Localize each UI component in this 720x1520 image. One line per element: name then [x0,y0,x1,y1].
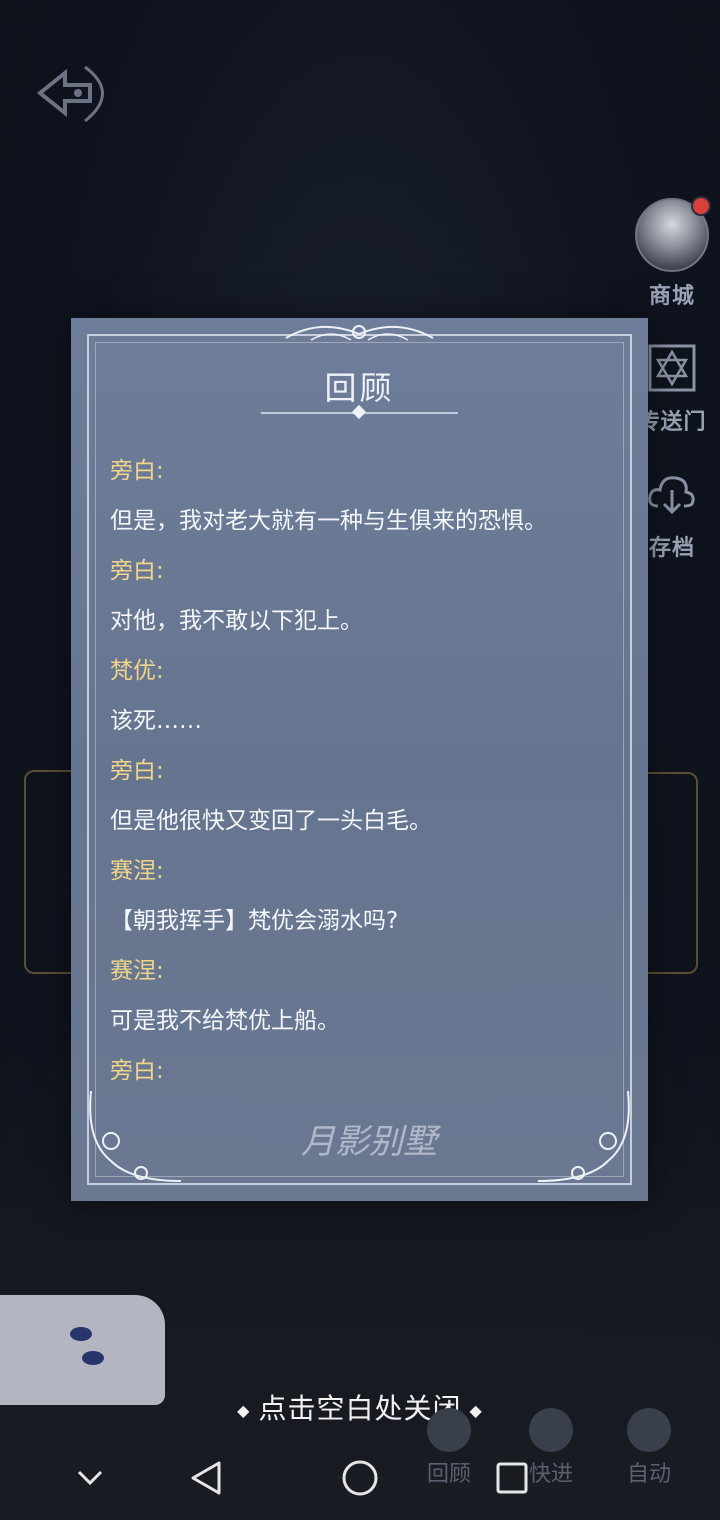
recents-icon [496,1462,528,1494]
dialog-title: 回顾 [324,369,395,407]
speaker-name: 梵优: [110,658,164,684]
diamond-icon: ◆ [237,1400,251,1420]
cuff-button [82,1351,104,1365]
log-entry: 旁白: 但是，我对老大就有一种与生俱来的恐惧。 [110,446,610,546]
log-entry: 赛涅: 【朝我挥手】梵优会溺水吗? [110,846,610,946]
speaker-name: 旁白: [110,458,164,484]
collapse-icon [77,1470,103,1486]
close-hint: ◆ 点击空白处关闭 ◆ [0,1387,720,1427]
notification-badge [691,196,711,216]
log-entry: 旁白: 但是他很快又变回了一头白毛。 [110,746,610,846]
dialogue-line: 对他，我不敢以下犯上。 [110,608,363,634]
back-arrow-icon [36,65,104,123]
game-logo-watermark: 月影别墅 [301,1122,437,1162]
ornament-corner-icon [89,1090,182,1182]
shop-button[interactable]: 商城 [630,196,714,310]
log-entry: 梵优: 该死…… [110,646,610,746]
system-navbar [0,1436,720,1520]
collapse-button[interactable] [62,1450,118,1506]
cloud-save-icon [648,476,695,515]
dialogue-line: 但是，我对老大就有一种与生俱来的恐惧。 [110,508,547,534]
nav-recents-button[interactable] [484,1450,540,1506]
dialogue-log[interactable]: 旁白: 但是，我对老大就有一种与生俱来的恐惧。 旁白: 对他，我不敢以下犯上。 … [110,446,610,1096]
dialogue-line: 可是我不给梵优上船。 [110,1008,340,1034]
back-button[interactable] [20,55,130,135]
home-icon [342,1460,378,1496]
ornament-top-icon [285,325,434,341]
back-icon [191,1461,221,1495]
dialogue-line: 该死…… [110,708,202,734]
hexagram-icon [648,344,696,392]
speaker-name: 旁白: [110,558,164,584]
log-entry: 旁白: [110,1046,610,1096]
nav-back-button[interactable] [178,1450,234,1506]
speaker-name: 赛涅: [110,858,164,884]
speaker-name: 旁白: [110,758,164,784]
nav-home-button[interactable] [332,1450,388,1506]
log-entry: 旁白: 对他，我不敢以下犯上。 [110,546,610,646]
shop-label: 商城 [648,284,695,309]
cuff-button [70,1327,92,1341]
character-avatar [635,196,711,272]
log-entry: 赛涅: 可是我不给梵优上船。 [110,946,610,1046]
speaker-name: 赛涅: [110,958,164,984]
dialogue-line: 【朝我挥手】梵优会溺水吗? [110,908,399,934]
speaker-name: 旁白: [110,1058,164,1084]
review-dialog: 回顾 旁白: 但是，我对老大就有一种与生俱来的恐惧。 旁白: 对他，我不敢以下犯… [71,318,648,1201]
dialogue-line: 但是他很快又变回了一头白毛。 [110,808,432,834]
ornament-corner-icon [537,1090,630,1182]
